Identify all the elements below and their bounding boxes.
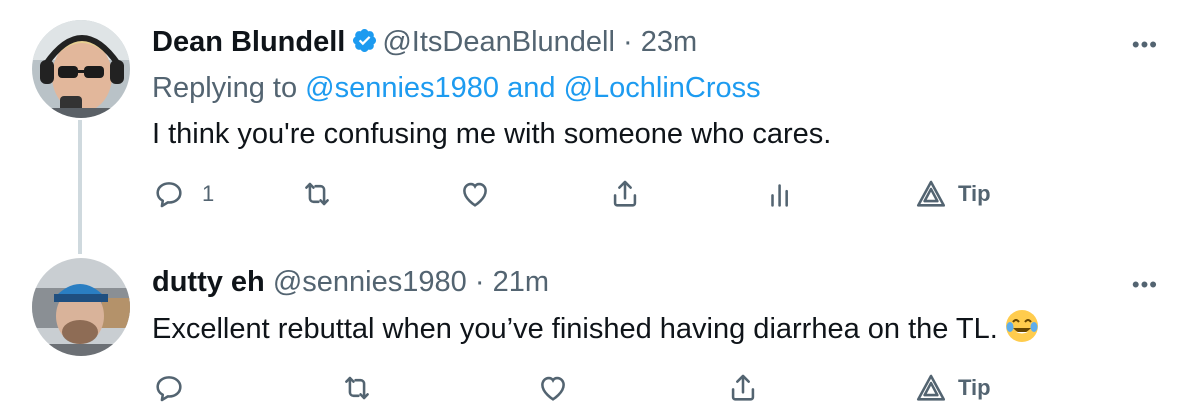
heart-icon — [463, 182, 487, 207]
share-icon — [731, 374, 755, 401]
reply-icon — [156, 182, 182, 208]
mention-link[interactable]: @sennies1980 — [305, 72, 499, 104]
timestamp[interactable]: 23m — [641, 26, 697, 58]
retweet-icon — [305, 182, 329, 206]
user-handle[interactable]: @sennies1980 — [273, 266, 467, 298]
avatar[interactable] — [32, 20, 130, 118]
replying-prefix: Replying to — [152, 72, 298, 104]
avatar[interactable] — [32, 258, 130, 356]
share-button[interactable] — [608, 174, 642, 214]
tweet-text: I think you're confusing me with someone… — [152, 118, 832, 150]
mention-link[interactable]: @LochlinCross — [564, 72, 761, 104]
like-button[interactable] — [536, 368, 570, 408]
separator-dot: · — [623, 26, 633, 58]
analytics-icon — [771, 184, 788, 207]
like-button[interactable] — [458, 174, 492, 214]
retweet-button[interactable] — [300, 174, 334, 214]
tweet-text: Excellent rebuttal when you’ve finished … — [152, 308, 1040, 347]
tip-label: Tip — [958, 375, 991, 400]
tip-button[interactable]: Tip — [914, 174, 991, 214]
tweet-header: Dean Blundell @ItsDeanBlundell · 23m — [152, 24, 697, 60]
retweet-icon — [345, 376, 369, 400]
tip-button[interactable]: Tip — [914, 368, 991, 408]
replying-and[interactable]: and — [507, 72, 555, 104]
retweet-button[interactable] — [340, 368, 374, 408]
reply-icon — [156, 376, 182, 402]
tweet-2[interactable]: dutty eh @sennies1980 · 21m ••• Excellen… — [0, 250, 1198, 420]
replying-to-line: Replying to @sennies1980 and @LochlinCro… — [152, 70, 761, 106]
tip-jar-icon — [916, 374, 946, 401]
verified-badge-icon — [353, 28, 377, 53]
reply-button[interactable] — [152, 368, 186, 408]
reply-count: 1 — [202, 181, 215, 206]
tip-label: Tip — [958, 181, 991, 206]
more-options-icon[interactable]: ••• — [1132, 272, 1158, 298]
display-name[interactable]: dutty eh — [152, 266, 265, 298]
tweet-1[interactable]: Dean Blundell @ItsDeanBlundell · 23m ••• … — [0, 0, 1198, 250]
separator-dot: · — [474, 266, 485, 298]
more-options-icon[interactable]: ••• — [1132, 32, 1158, 58]
share-button[interactable] — [726, 368, 760, 408]
display-name[interactable]: Dean Blundell — [152, 26, 345, 58]
analytics-button[interactable] — [764, 174, 798, 214]
share-icon — [613, 180, 637, 207]
user-handle[interactable]: @ItsDeanBlundell — [382, 26, 615, 58]
tweet-header: dutty eh @sennies1980 · 21m — [152, 264, 549, 300]
tears-of-joy-emoji-icon — [1005, 310, 1038, 342]
timestamp[interactable]: 21m — [493, 266, 549, 298]
heart-icon — [541, 376, 565, 401]
tip-jar-icon — [916, 180, 946, 207]
tweet-text-content: Excellent rebuttal when you’ve finished … — [152, 313, 998, 345]
reply-button[interactable]: 1 — [152, 174, 214, 214]
